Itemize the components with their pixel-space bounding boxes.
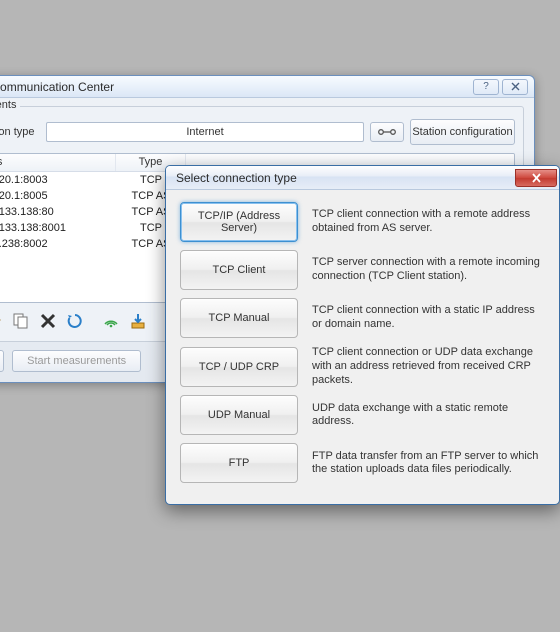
- main-title: Remote Communication Center: [0, 80, 470, 94]
- delete-button[interactable]: [36, 309, 60, 333]
- connection-type-label: Connection type: [0, 126, 40, 138]
- option-desc: UDP data exchange with a static remote a…: [312, 402, 545, 430]
- copy-button[interactable]: [9, 309, 33, 333]
- option-row: TCP Manual TCP client connection with a …: [180, 298, 545, 338]
- delete-icon: [39, 312, 57, 330]
- option-row: FTP FTP data transfer from an FTP server…: [180, 443, 545, 483]
- edit-icon: [0, 312, 3, 330]
- option-row: UDP Manual UDP data exchange with a stat…: [180, 395, 545, 435]
- close-window-button[interactable]: [502, 79, 528, 95]
- refresh-icon: [66, 312, 84, 330]
- option-desc: TCP client connection with a static IP a…: [312, 304, 545, 332]
- wireless-button[interactable]: [99, 309, 123, 333]
- option-tcp-udp-crp[interactable]: TCP / UDP CRP: [180, 347, 298, 387]
- close-icon: [531, 173, 542, 183]
- option-desc: TCP client connection or UDP data exchan…: [312, 346, 545, 387]
- option-tcp-manual[interactable]: TCP Manual: [180, 298, 298, 338]
- option-ftp[interactable]: FTP: [180, 443, 298, 483]
- help-button[interactable]: ?: [473, 79, 499, 95]
- key-button[interactable]: [370, 122, 404, 142]
- option-tcpip-as[interactable]: TCP/IP (Address Server): [180, 202, 298, 242]
- option-row: TCP/IP (Address Server) TCP client conne…: [180, 202, 545, 242]
- option-desc: TCP client connection with a remote addr…: [312, 208, 545, 236]
- edit-button[interactable]: [0, 309, 6, 333]
- download-icon: [129, 312, 147, 330]
- option-tcp-client[interactable]: TCP Client: [180, 250, 298, 290]
- connection-type-field[interactable]: Internet: [46, 122, 364, 142]
- main-titlebar[interactable]: Remote Communication Center ?: [0, 76, 534, 98]
- option-row: TCP Client TCP server connection with a …: [180, 250, 545, 290]
- dialog-title: Select connection type: [176, 171, 515, 185]
- dialog-close-button[interactable]: [515, 169, 557, 187]
- refresh-button[interactable]: [63, 309, 87, 333]
- copy-icon: [12, 312, 30, 330]
- connection-type-value: Internet: [186, 126, 223, 138]
- wireless-icon: [102, 312, 120, 330]
- option-desc: TCP server connection with a remote inco…: [312, 256, 545, 284]
- connection-type-dialog: Select connection type TCP/IP (Address S…: [165, 165, 560, 505]
- download-button[interactable]: [126, 309, 150, 333]
- col-address[interactable]: Address: [0, 154, 116, 171]
- option-udp-manual[interactable]: UDP Manual: [180, 395, 298, 435]
- option-desc: FTP data transfer from an FTP server to …: [312, 450, 545, 478]
- link-icon: [377, 127, 397, 137]
- close-icon: [511, 82, 520, 91]
- station-config-button[interactable]: Station configuration: [410, 119, 515, 145]
- option-row: TCP / UDP CRP TCP client connection or U…: [180, 346, 545, 387]
- start-measurements-button[interactable]: Start measurements: [12, 350, 141, 372]
- instruments-group-title: Instruments: [0, 99, 20, 111]
- dialog-titlebar[interactable]: Select connection type: [166, 166, 559, 190]
- close-button[interactable]: Close: [0, 350, 4, 372]
